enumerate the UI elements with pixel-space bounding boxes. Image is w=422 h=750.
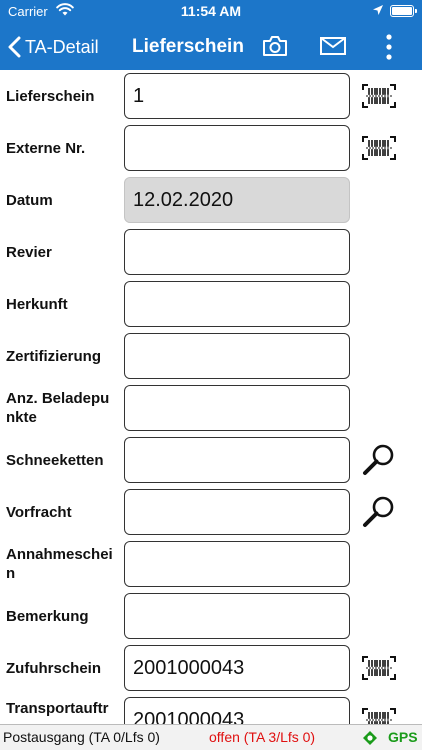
field-label: Schneeketten <box>6 451 104 469</box>
more-vertical-icon[interactable] <box>384 33 394 66</box>
sync-status-bar: Postausgang (TA 0/Lfs 0) offen (TA 3/Lfs… <box>0 724 422 750</box>
barcode-icon[interactable] <box>362 651 396 685</box>
form-row-bemerkung: Bemerkung <box>0 590 422 642</box>
field-label: Transportauftr <box>6 700 109 717</box>
form-row-datum: Datum 12.02.2020 <box>0 174 422 226</box>
delivery-note-form: Lieferschein 1 Externe Nr. Datum 12.02.2… <box>0 70 422 724</box>
form-row-beladepunkte: Anz. Beladepunkte <box>0 382 422 434</box>
form-row-zertifizierung: Zertifizierung <box>0 330 422 382</box>
barcode-icon[interactable] <box>362 79 396 113</box>
navigation-bar: TA-Detail Lieferschein <box>0 24 422 70</box>
field-label: Lieferschein <box>6 87 95 105</box>
beladepunkte-field[interactable] <box>124 385 350 431</box>
gps-status: GPS <box>388 729 418 745</box>
field-label: Vorfracht <box>6 503 72 521</box>
field-label: Externe Nr. <box>6 139 86 157</box>
herkunft-field[interactable] <box>124 281 350 327</box>
form-row-revier: Revier <box>0 226 422 278</box>
barcode-icon[interactable] <box>362 703 396 724</box>
field-label: Bemerkung <box>6 607 89 625</box>
chevron-left-icon <box>8 36 21 58</box>
location-arrow-icon <box>372 4 384 19</box>
form-row-lieferschein: Lieferschein 1 <box>0 70 422 122</box>
field-label: Zufuhrschein <box>6 659 102 677</box>
form-row-annahmeschein: Annahmeschein <box>0 538 422 590</box>
barcode-icon[interactable] <box>362 131 396 165</box>
battery-icon <box>390 5 417 17</box>
form-row-herkunft: Herkunft <box>0 278 422 330</box>
page-title: Lieferschein <box>132 36 244 57</box>
field-label: Anz. Beladepunkte <box>6 390 110 426</box>
field-label: Herkunft <box>6 295 68 313</box>
zertifizierung-field[interactable] <box>124 333 350 379</box>
lieferschein-field[interactable]: 1 <box>124 73 350 119</box>
field-label: Annahmeschein <box>6 546 113 582</box>
form-row-externe-nr: Externe Nr. <box>0 122 422 174</box>
form-row-vorfracht: Vorfracht <box>0 486 422 538</box>
form-row-schneeketten: Schneeketten <box>0 434 422 486</box>
camera-icon[interactable] <box>262 35 288 62</box>
vorfracht-field[interactable] <box>124 489 350 535</box>
form-row-transportauftrag: Transportauftr 2001000043 <box>0 694 422 724</box>
revier-field[interactable] <box>124 229 350 275</box>
search-icon[interactable] <box>362 443 396 477</box>
form-row-zufuhrschein: Zufuhrschein 2001000043 <box>0 642 422 694</box>
schneeketten-field[interactable] <box>124 437 350 483</box>
transportauftrag-field[interactable]: 2001000043 <box>124 697 350 724</box>
gps-icon <box>362 730 378 749</box>
search-icon[interactable] <box>362 495 396 529</box>
field-label: Datum <box>6 191 53 209</box>
field-label: Zertifizierung <box>6 347 102 365</box>
bemerkung-field[interactable] <box>124 593 350 639</box>
externe-nr-field[interactable] <box>124 125 350 171</box>
zufuhrschein-field[interactable]: 2001000043 <box>124 645 350 691</box>
annahmeschein-field[interactable] <box>124 541 350 587</box>
clock: 11:54 AM <box>180 3 242 19</box>
back-label: TA-Detail <box>25 36 99 57</box>
back-button[interactable]: TA-Detail <box>8 34 99 60</box>
field-label: Revier <box>6 243 52 261</box>
datum-field: 12.02.2020 <box>124 177 350 223</box>
offen-status: offen (TA 3/Lfs 0) <box>209 729 316 745</box>
status-bar: Carrier 11:54 AM <box>0 0 422 24</box>
postausgang-status: Postausgang (TA 0/Lfs 0) <box>3 729 160 745</box>
mail-icon[interactable] <box>320 37 346 60</box>
